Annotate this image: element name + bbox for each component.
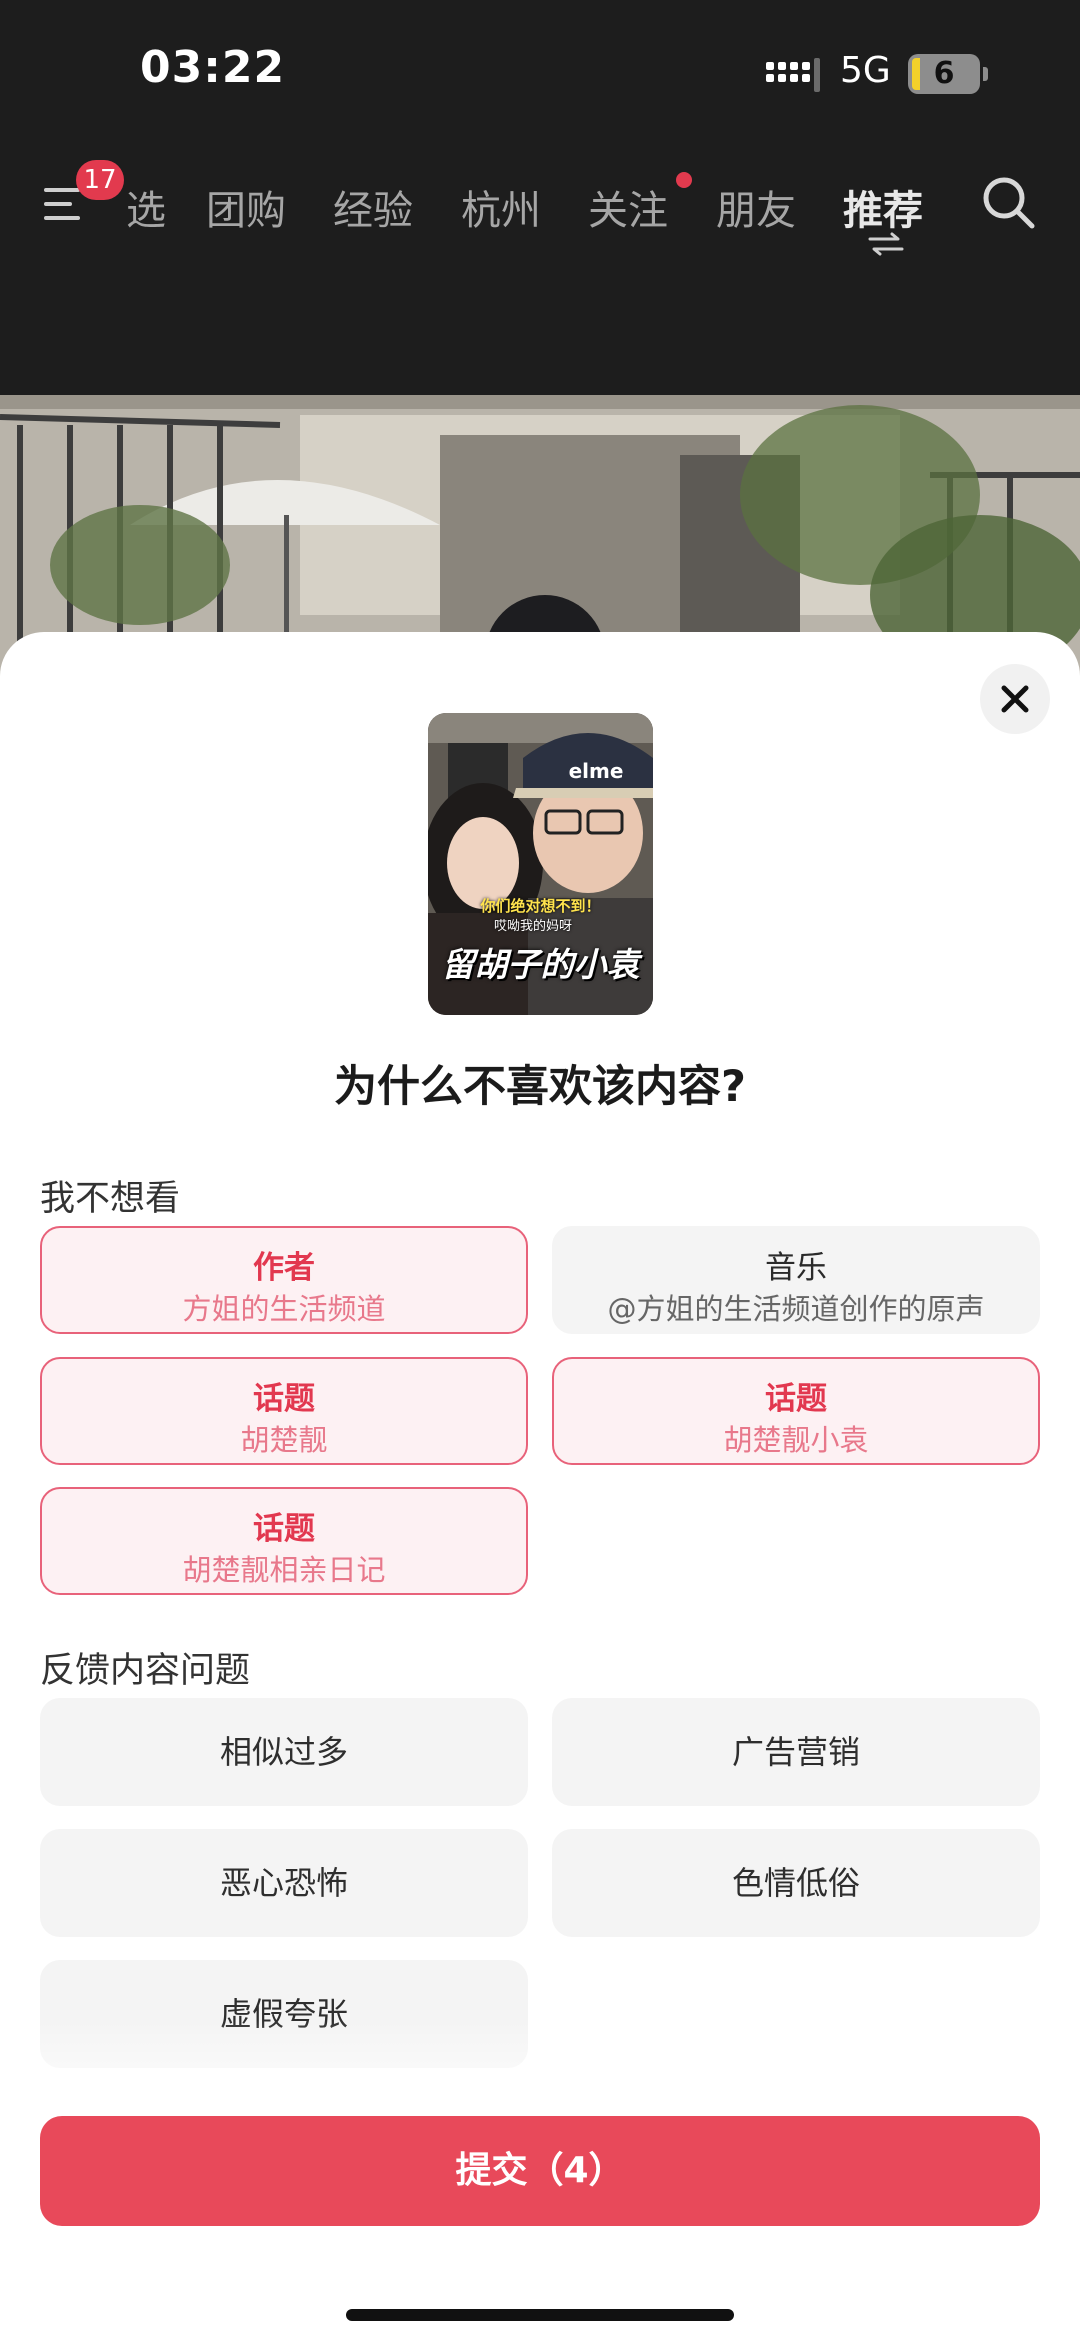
section-feedback-title: 反馈内容问题: [40, 1651, 251, 1691]
menu-badge: 17: [76, 160, 124, 200]
tab-friends[interactable]: 朋友: [716, 178, 796, 236]
option-topic-2[interactable]: 话题 胡楚靓小袁: [552, 1357, 1040, 1465]
thumbnail-caption-mid: 哎呦我的妈呀: [493, 919, 572, 934]
section-not-interested-title: 我不想看: [40, 1179, 181, 1219]
feedback-vulgar[interactable]: 色情低俗: [552, 1829, 1040, 1937]
scroll-fade: [0, 2020, 1080, 2110]
tab-hangzhou[interactable]: 杭州: [461, 178, 541, 236]
thumbnail-caption-top: 你们绝对想不到！: [480, 897, 601, 915]
search-icon[interactable]: [980, 174, 1036, 230]
feedback-disgusting[interactable]: 恶心恐怖: [40, 1829, 528, 1937]
option-type: 音乐: [765, 1250, 827, 1286]
thumbnail-caption-main: 留胡子的小袁: [441, 945, 640, 984]
option-value: 胡楚靓: [240, 1423, 328, 1457]
option-value: 胡楚靓小袁: [723, 1423, 869, 1457]
option-type: 作者: [253, 1250, 315, 1286]
option-type: 话题: [765, 1381, 827, 1417]
option-type: 话题: [253, 1511, 315, 1547]
home-indicator[interactable]: [346, 2309, 734, 2321]
status-time: 03:22: [140, 42, 286, 93]
battery-level: 6: [933, 56, 955, 91]
top-nav: 17 选 团购 经验 杭州 关注 朋友 推荐: [0, 150, 1080, 260]
option-value: @方姐的生活频道创作的原声: [607, 1292, 985, 1326]
option-author[interactable]: 作者 方姐的生活频道: [40, 1226, 528, 1334]
video-thumbnail: elme 你们绝对想不到！ 哎呦我的妈呀 留胡子的小袁: [428, 713, 653, 1015]
cap-logo-text: elme: [569, 759, 624, 783]
tab-experience[interactable]: 经验: [333, 178, 413, 236]
feedback-too-similar[interactable]: 相似过多: [40, 1698, 528, 1806]
signal-icon: [766, 58, 820, 92]
option-topic-1[interactable]: 话题 胡楚靓: [40, 1357, 528, 1465]
option-value: 胡楚靓相亲日记: [182, 1553, 386, 1587]
switch-icon[interactable]: [868, 232, 904, 256]
tab-featured[interactable]: 选: [126, 178, 166, 236]
option-topic-3[interactable]: 话题 胡楚靓相亲日记: [40, 1487, 528, 1595]
option-type: 话题: [253, 1381, 315, 1417]
tab-following[interactable]: 关注: [588, 178, 668, 236]
battery-icon: 6: [908, 54, 988, 94]
status-bar: 03:22 5G 6: [0, 0, 1080, 140]
following-dot: [676, 172, 692, 188]
sheet-question: 为什么不喜欢该内容?: [334, 1062, 746, 1112]
tab-group-buy[interactable]: 团购: [206, 178, 286, 236]
submit-button[interactable]: 提交（4）: [40, 2116, 1040, 2226]
option-value: 方姐的生活频道: [182, 1292, 386, 1326]
feedback-advertising[interactable]: 广告营销: [552, 1698, 1040, 1806]
option-music[interactable]: 音乐 @方姐的生活频道创作的原声: [552, 1226, 1040, 1334]
tab-recommend[interactable]: 推荐: [843, 178, 923, 236]
close-icon: [1001, 685, 1029, 713]
close-button[interactable]: [980, 664, 1050, 734]
network-type: 5G: [840, 50, 891, 91]
